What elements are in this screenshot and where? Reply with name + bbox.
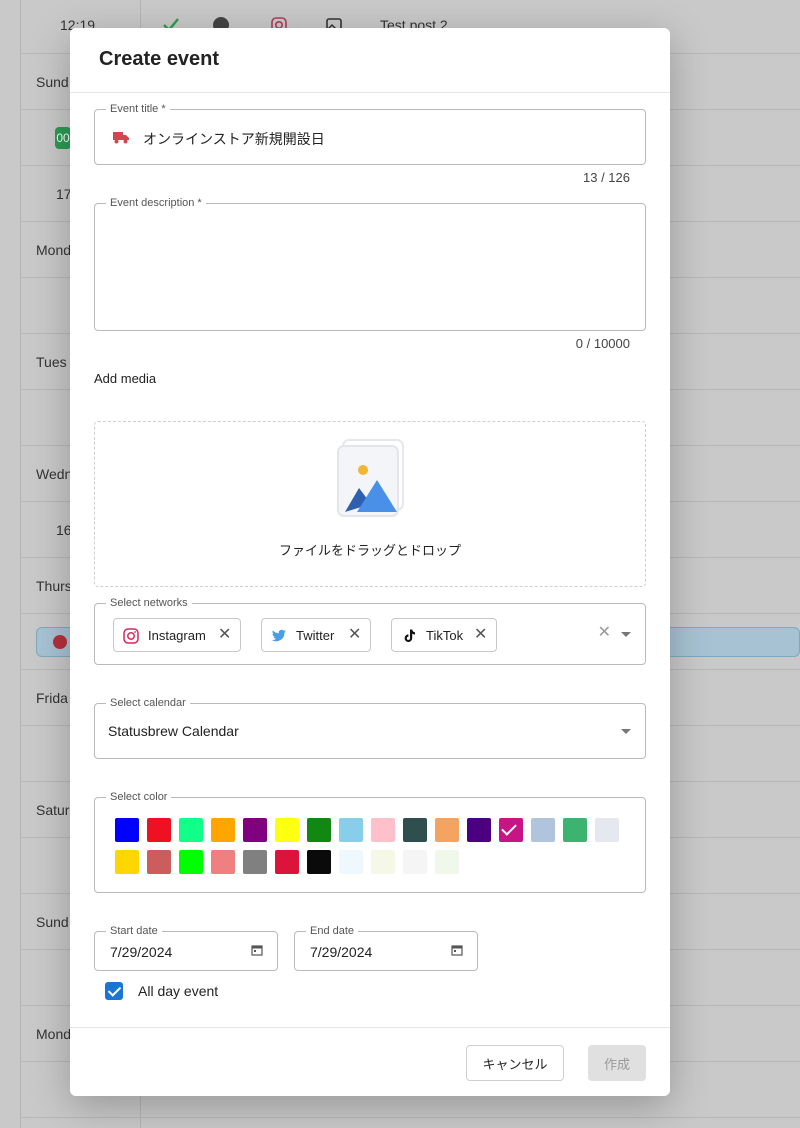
- day-label: Sund: [36, 914, 69, 930]
- truck-icon: [113, 132, 129, 144]
- color-swatch[interactable]: [307, 818, 331, 842]
- all-day-checkbox[interactable]: [105, 982, 123, 1000]
- day-label: Satur: [36, 802, 70, 818]
- image-upload-icon: [337, 439, 404, 517]
- day-label: Mond: [36, 1026, 72, 1042]
- create-event-dialog: Create event Event title * オンラインストア新規開設日…: [70, 28, 670, 1096]
- color-swatch[interactable]: [499, 818, 523, 842]
- start-date-input[interactable]: 7/29/2024: [110, 944, 172, 960]
- calendar-icon[interactable]: [451, 944, 463, 956]
- remove-chip-icon[interactable]: ✕: [348, 627, 361, 643]
- color-swatch[interactable]: [243, 818, 267, 842]
- color-swatch[interactable]: [211, 850, 235, 874]
- end-date-input[interactable]: 7/29/2024: [310, 944, 372, 960]
- media-dropzone[interactable]: ファイルをドラッグとドロップ: [94, 421, 646, 587]
- chip-label: Twitter: [296, 628, 335, 643]
- instagram-icon: [123, 628, 139, 644]
- color-swatch[interactable]: [563, 818, 587, 842]
- color-swatch[interactable]: [531, 818, 555, 842]
- color-picker: Select color: [94, 790, 646, 893]
- start-date-legend: Start date: [106, 924, 162, 938]
- cancel-button[interactable]: キャンセル: [466, 1045, 564, 1081]
- calendar-legend: Select calendar: [106, 696, 190, 710]
- color-swatch[interactable]: [179, 850, 203, 874]
- dialog-footer: キャンセル 作成: [70, 1027, 670, 1096]
- color-swatch[interactable]: [435, 850, 459, 874]
- status-icon: [53, 635, 67, 649]
- event-description-field[interactable]: Event description *: [94, 196, 646, 331]
- dialog-title: Create event: [99, 48, 220, 70]
- color-swatch[interactable]: [595, 818, 619, 842]
- color-swatch[interactable]: [307, 850, 331, 874]
- calendar-icon[interactable]: [251, 944, 263, 956]
- networks-legend: Select networks: [106, 596, 192, 610]
- color-swatch[interactable]: [403, 818, 427, 842]
- day-label: Frida: [36, 690, 68, 706]
- chip-label: Instagram: [148, 628, 206, 643]
- color-swatch[interactable]: [467, 818, 491, 842]
- description-char-counter: 0 / 10000: [575, 336, 630, 351]
- clear-networks-icon[interactable]: ✕: [598, 625, 611, 641]
- color-swatch[interactable]: [243, 850, 267, 874]
- network-chip-twitter: Twitter ✕: [261, 618, 371, 652]
- chevron-down-icon[interactable]: [621, 632, 631, 637]
- color-swatch[interactable]: [275, 818, 299, 842]
- color-swatch[interactable]: [147, 818, 171, 842]
- grid-line: [20, 1117, 800, 1118]
- color-swatch[interactable]: [371, 850, 395, 874]
- event-chip: 00: [55, 127, 71, 149]
- color-swatch[interactable]: [435, 818, 459, 842]
- event-title-input[interactable]: オンラインストア新規開設日: [143, 129, 325, 149]
- network-chip-tiktok: TikTok ✕: [391, 618, 497, 652]
- color-swatch[interactable]: [147, 850, 171, 874]
- color-swatch[interactable]: [211, 818, 235, 842]
- add-media-label: Add media: [94, 371, 157, 386]
- dialog-header: Create event: [70, 28, 670, 93]
- check-icon: [501, 820, 517, 836]
- color-swatch[interactable]: [339, 818, 363, 842]
- grid-line: [20, 0, 21, 1128]
- color-swatch[interactable]: [371, 818, 395, 842]
- color-swatch[interactable]: [115, 850, 139, 874]
- day-label: Sund: [36, 74, 69, 90]
- event-description-input[interactable]: [109, 220, 631, 316]
- end-date-field[interactable]: End date 7/29/2024: [294, 924, 478, 971]
- color-legend: Select color: [106, 790, 172, 804]
- color-swatch[interactable]: [339, 850, 363, 874]
- network-chip-instagram: Instagram ✕: [113, 618, 241, 652]
- chevron-down-icon[interactable]: [621, 729, 631, 734]
- all-day-label: All day event: [138, 983, 219, 999]
- event-description-legend: Event description *: [106, 196, 206, 210]
- day-label: Wedn: [36, 466, 73, 482]
- color-swatch[interactable]: [179, 818, 203, 842]
- color-swatch[interactable]: [115, 818, 139, 842]
- color-swatch[interactable]: [275, 850, 299, 874]
- day-label: Tues: [36, 354, 67, 370]
- remove-chip-icon[interactable]: ✕: [218, 627, 231, 643]
- calendar-select[interactable]: Select calendar Statusbrew Calendar: [94, 696, 646, 759]
- start-date-field[interactable]: Start date 7/29/2024: [94, 924, 278, 971]
- networks-select[interactable]: Select networks Instagram ✕ Twitter ✕ Ti…: [94, 596, 646, 665]
- create-button[interactable]: 作成: [588, 1045, 646, 1081]
- color-swatch[interactable]: [403, 850, 427, 874]
- day-label: Mond: [36, 242, 72, 258]
- title-char-counter: 13 / 126: [583, 170, 630, 185]
- remove-chip-icon[interactable]: ✕: [474, 627, 487, 643]
- chip-label: TikTok: [426, 628, 464, 643]
- tiktok-icon: [404, 629, 415, 642]
- event-title-field[interactable]: Event title * オンラインストア新規開設日: [94, 102, 646, 165]
- dropzone-hint: ファイルをドラッグとドロップ: [278, 543, 461, 558]
- calendar-value: Statusbrew Calendar: [108, 723, 239, 739]
- day-label: Thurs: [36, 578, 72, 594]
- end-date-legend: End date: [306, 924, 359, 938]
- event-title-legend: Event title *: [106, 102, 170, 116]
- twitter-icon: [271, 629, 286, 642]
